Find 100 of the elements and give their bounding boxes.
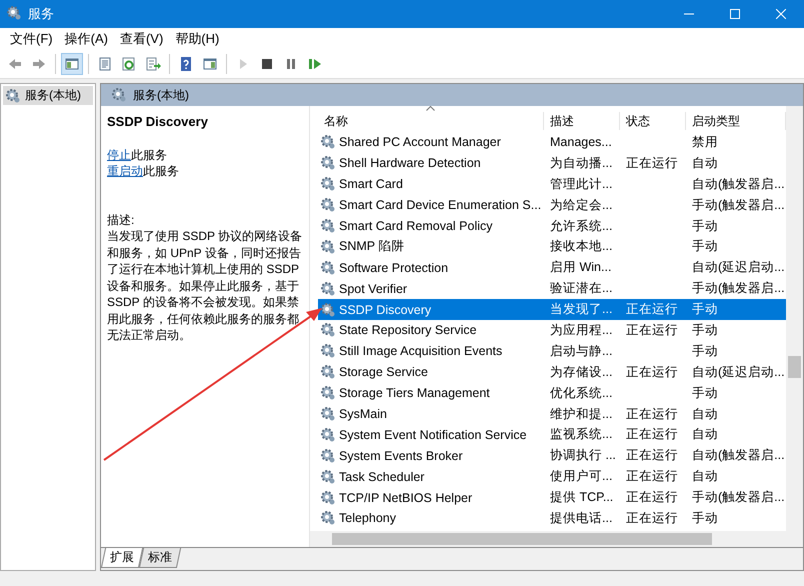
table-cell: 正在运行 — [626, 448, 678, 462]
table-cell: 正在运行 — [626, 490, 678, 504]
table-row[interactable]: Shell Hardware Detection 为自动播... 正在运行 自动 — [318, 152, 786, 174]
table-cell-text: 为自动播... — [549, 154, 614, 172]
menu-item[interactable]: 操作(A) — [58, 30, 114, 48]
table-row[interactable]: System Events Broker 协调执行 ... 正在运行 自动(触发器启... — [318, 445, 786, 466]
table-cell: System Events Broker — [339, 448, 463, 463]
table-cell: Smart Card Device Enumeration S... — [339, 198, 542, 212]
pane-title: 服务(本地) — [133, 86, 189, 104]
vertical-scrollbar[interactable] — [786, 106, 803, 531]
stop-icon — [259, 56, 275, 72]
table-row[interactable]: State Repository Service 为应用程... 正在运行 手动 — [318, 320, 786, 341]
close-icon — [776, 9, 786, 19]
action-link[interactable]: 停止 — [107, 148, 131, 162]
menu-item[interactable]: 文件(F) — [4, 30, 59, 48]
table-row[interactable]: Smart Card Device Enumeration S... 为给定会... 手动(触发器启... — [318, 194, 786, 216]
table-row[interactable]: Shared PC Account Manager Manages... 禁用 — [318, 132, 786, 153]
table-row[interactable]: Software Protection 启用 Win... 自动(延迟启动... — [318, 257, 786, 278]
table-cell: State Repository Service — [339, 323, 477, 338]
column-header[interactable]: 状态 — [620, 112, 686, 130]
window-title: 服务 — [28, 5, 55, 23]
table-cell-text: 手动(触发器启... — [691, 196, 786, 214]
table-row[interactable]: SSDP Discovery 当发现了... 正在运行 手动 — [318, 299, 786, 320]
service-name: SSDP Discovery — [107, 114, 209, 130]
gear-icon — [320, 385, 336, 402]
gear-icon — [5, 88, 21, 104]
table-cell: 正在运行 — [626, 510, 678, 525]
menu-item[interactable]: 帮助(H) — [169, 30, 226, 48]
table-cell-text: 优化系统... — [549, 384, 614, 402]
gear-icon — [111, 87, 127, 103]
table-cell: 正在运行 — [626, 302, 678, 316]
panel-icon — [202, 56, 218, 72]
table-cell: Storage Service — [339, 365, 428, 380]
export-icon — [145, 56, 161, 72]
action-text: 重启动此服务 — [107, 163, 180, 180]
gear-icon — [320, 468, 336, 485]
table-row[interactable]: TCP/IP NetBIOS Helper 提供 TCP... 正在运行 手动(触发器启... — [318, 487, 786, 508]
resume-icon — [307, 56, 323, 72]
maximize-icon — [730, 9, 740, 19]
table-row[interactable]: Smart Card Removal Policy 允许系统... 手动 — [318, 216, 786, 236]
gear-icon — [320, 155, 336, 172]
table-cell-text: 启动与静... — [549, 342, 614, 360]
tree-item[interactable]: 服务(本地) — [3, 86, 93, 105]
table-row[interactable]: System Event Notification Service 监视系统... 正在运行 自动 — [318, 424, 786, 446]
table-cell-text: 禁用 — [691, 134, 719, 151]
gear-icon — [320, 322, 336, 338]
table-cell-text: 手动(触发器启... — [691, 489, 786, 506]
toolbar-button[interactable] — [61, 53, 83, 75]
table-cell: Shared PC Account Manager — [339, 135, 501, 150]
table-cell: Smart Card Removal Policy — [339, 219, 493, 233]
table-cell: Spot Verifier — [339, 282, 408, 296]
table-cell: System Event Notification Service — [339, 428, 527, 442]
table-cell: 正在运行 — [626, 406, 678, 421]
gear-icon — [320, 218, 336, 234]
table-cell-text: 自动(触发器启... — [691, 176, 786, 193]
table-cell-text: 提供电话... — [549, 510, 614, 527]
table-cell: Smart Card — [339, 177, 403, 192]
view-tab[interactable]: 扩展 — [100, 548, 144, 568]
table-cell: 正在运行 — [626, 322, 678, 337]
gear-icon — [320, 197, 336, 214]
table-cell-text: 当发现了... — [549, 301, 614, 318]
table-row[interactable]: Telephony 提供电话... 正在运行 手动 — [318, 508, 786, 529]
table-row[interactable]: Task Scheduler 使用户可... 正在运行 自动 — [318, 466, 786, 488]
action-link[interactable]: 重启动 — [107, 164, 143, 178]
table-row[interactable]: Storage Service 为存储设... 正在运行 自动(延迟启动... — [318, 362, 786, 383]
table-cell-text: 手动 — [691, 510, 719, 527]
table-cell-text: 提供 TCP... — [549, 489, 614, 506]
table-cell-text: 维护和提... — [549, 406, 614, 423]
column-header[interactable]: 名称 — [318, 112, 544, 130]
table-cell-text: 自动 — [691, 426, 719, 444]
table-row[interactable]: Spot Verifier 验证潜在... 手动(触发器启... — [318, 278, 786, 300]
description-label: 描述: — [107, 212, 136, 228]
gear-icon — [320, 260, 336, 276]
table-row[interactable]: SNMP 陷阱 接收本地... 手动 — [318, 236, 786, 258]
description-text: 当发现了使用 SSDP 协议的网络设备和服务，如 UPnP 设备，同时还报告了运行在本地计算机上使用的 SSDP 设备和服务。如果停止此服务，基于 SSDP 的设备将不会被发现。如果禁用此服务，任何依赖此服务的服务都无法正常启动。 — [107, 228, 303, 344]
table-row[interactable]: Storage Tiers Management 优化系统... 手动 — [318, 382, 786, 404]
table-cell: 正在运行 — [626, 469, 678, 484]
view-tab[interactable]: 标准 — [138, 548, 182, 568]
column-header[interactable]: 描述 — [544, 112, 620, 130]
refresh-icon — [121, 56, 137, 72]
action-text: 停止此服务 — [107, 146, 168, 163]
document-icon — [97, 56, 113, 72]
back-arrow-icon — [7, 56, 23, 72]
table-cell-text: 使用户可... — [549, 468, 614, 486]
help-icon — [178, 56, 194, 72]
table-cell-text: 验证潜在... — [549, 280, 614, 298]
table-row[interactable]: SysMain 维护和提... 正在运行 自动 — [318, 404, 786, 424]
table-cell-text: 自动 — [691, 154, 719, 172]
table-cell: Shell Hardware Detection — [339, 156, 481, 170]
table-cell-text: 接收本地... — [549, 238, 614, 256]
table-cell: Still Image Acquisition Events — [339, 344, 502, 358]
menu-item[interactable]: 查看(V) — [114, 30, 170, 48]
table-row[interactable]: Smart Card 管理此计... 自动(触发器启... — [318, 174, 786, 195]
table-cell-text: 管理此计... — [549, 176, 614, 193]
table-cell-text: 自动 — [691, 406, 719, 423]
panel-icon — [64, 56, 80, 72]
gear-icon — [320, 406, 336, 422]
table-cell-text: 手动(触发器启... — [691, 280, 786, 298]
horizontal-scrollbar[interactable] — [310, 531, 803, 547]
table-row[interactable]: Still Image Acquisition Events 启动与静... 手动 — [318, 340, 786, 362]
